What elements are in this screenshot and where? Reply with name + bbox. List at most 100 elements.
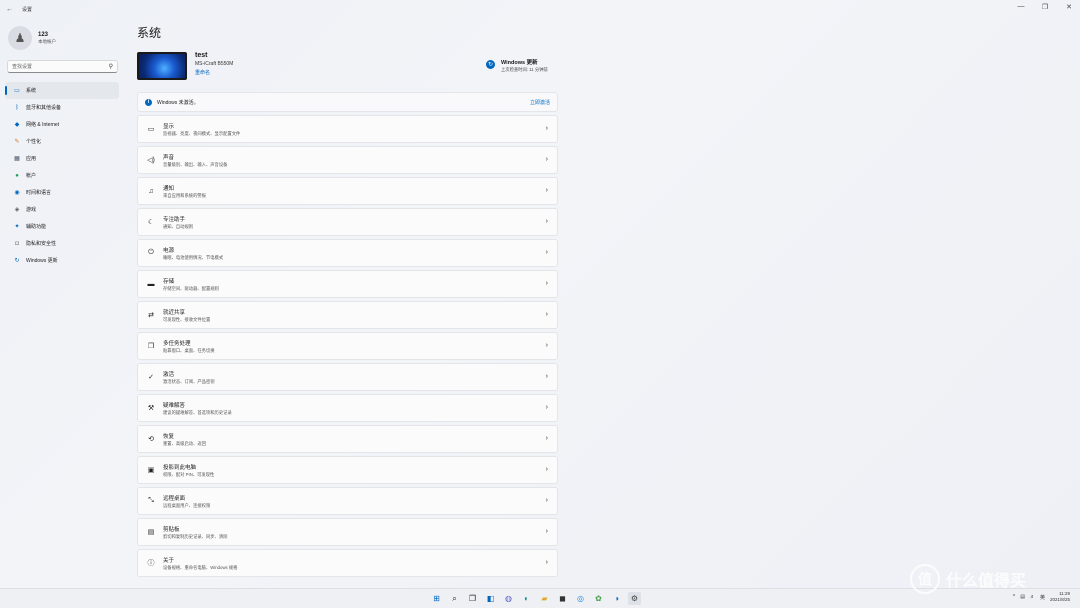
settings-card[interactable]: ▭ 显示 监视器、亮度、夜间模式、显示配置文件 ›	[137, 115, 558, 143]
chevron-right-icon: ›	[545, 218, 548, 225]
clock-date: 2021/8/25	[1049, 597, 1070, 602]
card-description: 剪切和复制历史记录、同步、清除	[163, 533, 228, 539]
sidebar-item-9[interactable]: ◘ 隐私和安全性	[5, 235, 119, 252]
chevron-right-icon: ›	[545, 187, 548, 194]
settings-card[interactable]: ☾ 专注助手 通知、自动规则 ›	[137, 208, 558, 236]
settings-icon[interactable]: ⚙	[628, 592, 641, 605]
device-model: MS-iCraft B550M	[195, 61, 234, 67]
tray-chevron-icon[interactable]: ^	[1013, 594, 1015, 600]
edge-icon[interactable]: ◐	[520, 592, 533, 605]
sidebar-item-3[interactable]: ✎ 个性化	[5, 133, 119, 150]
device-wallpaper-thumbnail	[137, 52, 187, 80]
settings-card[interactable]: ⚒ 疑难解答 建议的疑难解答、首选项和历史记录 ›	[137, 394, 558, 422]
card-description: 重置、高级启动、返回	[163, 440, 206, 446]
app-icon-2[interactable]: ✿	[592, 592, 605, 605]
explorer-icon[interactable]: ▰	[538, 592, 551, 605]
settings-card[interactable]: ⇄ 就近共享 可发现性、接收文件位置 ›	[137, 301, 558, 329]
clock[interactable]: 11:29 2021/8/25	[1050, 591, 1070, 603]
rename-link[interactable]: 重命名	[195, 69, 233, 76]
minimize-button[interactable]: —	[1016, 3, 1026, 11]
card-title: 声音	[163, 154, 175, 161]
card-title: 疑难解答	[163, 402, 186, 409]
input-language[interactable]: 英	[1040, 594, 1045, 601]
search-icon[interactable]: ⚲	[109, 63, 113, 70]
watermark-icon: 值	[910, 564, 940, 594]
card-description: 设备规格、重命名电脑、Windows 规格	[163, 564, 238, 570]
sidebar-item-0[interactable]: ▭ 系统	[5, 82, 119, 99]
sidebar-item-4[interactable]: ▦ 应用	[5, 150, 119, 167]
sidebar-item-5[interactable]: ● 帐户	[5, 167, 119, 184]
card-description: 贴靠窗口、桌面、任务切换	[163, 347, 215, 353]
sidebar-item-7[interactable]: ◈ 游戏	[5, 201, 119, 218]
apps-icon: ▦	[14, 156, 20, 162]
settings-card[interactable]: ♫ 通知 来自应用和系统的警报 ›	[137, 177, 558, 205]
chat-icon[interactable]: ◍	[502, 592, 515, 605]
chevron-right-icon: ›	[545, 125, 548, 132]
app-icon-1[interactable]: ◎	[574, 592, 587, 605]
chevron-right-icon: ›	[545, 342, 548, 349]
chevron-right-icon: ›	[545, 373, 548, 380]
update-icon: ↻	[14, 258, 20, 264]
settings-list: ▭ 显示 监视器、亮度、夜间模式、显示配置文件 › ◁) 声音 音量级别、输出、输入、声音设…	[137, 115, 558, 580]
settings-card[interactable]: ❐ 多任务处理 贴靠窗口、桌面、任务切换 ›	[137, 332, 558, 360]
chevron-right-icon: ›	[545, 435, 548, 442]
search-input[interactable]: 查找设置 ⚲	[7, 60, 118, 73]
activation-text: Windows 未激活。	[157, 99, 199, 106]
sidebar-item-8[interactable]: ✦ 辅助功能	[5, 218, 119, 235]
settings-card[interactable]: ▣ 投影到此电脑 权限、配对 PIN、可发现性 ›	[137, 456, 558, 484]
settings-card[interactable]: ◁) 声音 音量级别、输出、输入、声音设备 ›	[137, 146, 558, 174]
windows-update-status[interactable]: ↻ Windows 更新 上次检查时间: 11 分钟前	[486, 58, 548, 73]
card-description: 音量级别、输出、输入、声音设备	[163, 161, 228, 167]
power-icon: ⏻	[148, 249, 154, 256]
sidebar-item-label: 帐户	[26, 173, 37, 179]
user-account-type: 本地帐户	[38, 38, 56, 44]
card-title: 投影到此电脑	[163, 464, 197, 471]
maximize-button[interactable]: ❐	[1040, 3, 1050, 11]
sidebar-item-10[interactable]: ↻ Windows 更新	[5, 252, 119, 269]
network-icon[interactable]: ▤	[1020, 594, 1025, 600]
start-icon[interactable]: ⊞	[430, 592, 443, 605]
speaker-icon: ◁)	[147, 157, 155, 164]
user-name: 123	[38, 31, 49, 38]
user-profile[interactable]: ♟ 123 本地帐户	[8, 26, 56, 50]
widgets-icon[interactable]: ◧	[484, 592, 497, 605]
search-placeholder: 查找设置	[12, 64, 33, 70]
chevron-right-icon: ›	[545, 528, 548, 535]
sidebar-item-2[interactable]: ◆ 网络 & Internet	[5, 116, 119, 133]
settings-card[interactable]: ⤡ 远程桌面 远程桌面用户、连接权限 ›	[137, 487, 558, 515]
settings-card[interactable]: ⟲ 恢复 重置、高级启动、返回 ›	[137, 425, 558, 453]
settings-card[interactable]: ▬ 存储 存储空间、驱动器、配置规则 ›	[137, 270, 558, 298]
card-description: 睡眠、电池使用情况、节电模式	[163, 254, 224, 260]
task-view-icon[interactable]: ❐	[466, 592, 479, 605]
settings-card[interactable]: ✓ 激活 激活状态、订阅、产品密钥 ›	[137, 363, 558, 391]
sidebar: ♟ 123 本地帐户 查找设置 ⚲ ▭ 系统 ᛒ 蓝牙和其他设备 ◆ 网络 & Inter…	[0, 18, 124, 588]
search-icon[interactable]: ⌕	[448, 592, 461, 605]
sidebar-item-6[interactable]: ◉ 时间和语言	[5, 184, 119, 201]
settings-card[interactable]: ⏻ 电源 睡眠、电池使用情况、节电模式 ›	[137, 239, 558, 267]
display-icon: ▭	[147, 126, 155, 133]
recovery-icon: ⟲	[148, 436, 154, 443]
chevron-right-icon: ›	[545, 466, 548, 473]
storage-icon: ▬	[147, 280, 155, 288]
remote-icon: ⤡	[148, 497, 154, 504]
app-icon-3[interactable]: ◑	[610, 592, 623, 605]
moon-icon: ☾	[147, 219, 155, 226]
sidebar-nav: ▭ 系统 ᛒ 蓝牙和其他设备 ◆ 网络 & Internet ✎ 个性化 ▦ 应用 ● 帐户 ◉ 时间和语…	[5, 82, 119, 269]
activate-now-button[interactable]: 立即激活	[530, 99, 550, 106]
sidebar-item-label: 时间和语言	[26, 190, 52, 196]
wifi-icon: ◆	[14, 122, 20, 128]
settings-card[interactable]: ▤ 剪贴板 剪切和复制历史记录、同步、清除 ›	[137, 518, 558, 546]
volume-icon[interactable]: ♬	[1030, 594, 1035, 600]
settings-card[interactable]: ⓘ 关于 设备规格、重命名电脑、Windows 规格 ›	[137, 549, 558, 577]
window-controls: — ❐ ✕	[1016, 3, 1074, 11]
title-bar: ← 设置 — ❐ ✕	[0, 0, 1080, 18]
card-description: 远程桌面用户、连接权限	[163, 502, 211, 508]
check-circle-icon: ✓	[148, 374, 154, 381]
sidebar-item-1[interactable]: ᛒ 蓝牙和其他设备	[5, 99, 119, 116]
store-icon[interactable]: ◼	[556, 592, 569, 605]
back-icon[interactable]: ←	[6, 6, 16, 13]
sidebar-item-label: 系统	[26, 88, 37, 94]
close-button[interactable]: ✕	[1064, 3, 1074, 11]
card-description: 来自应用和系统的警报	[163, 192, 206, 198]
person-icon: ♟	[8, 26, 32, 50]
